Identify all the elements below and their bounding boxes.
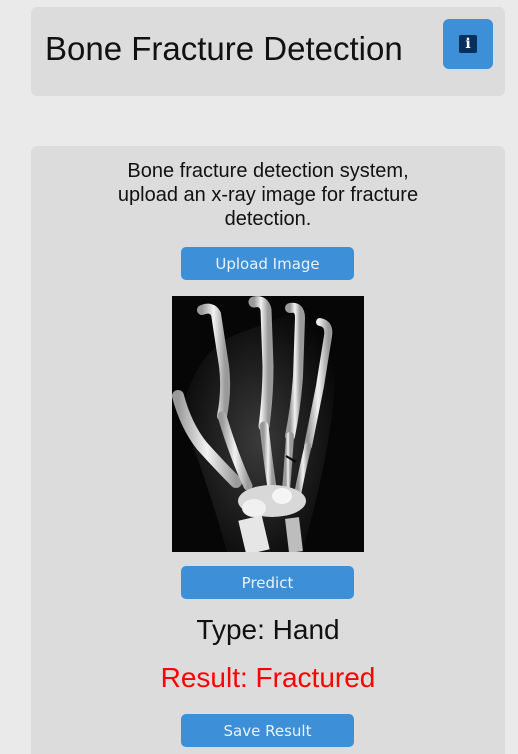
info-button[interactable]: i: [443, 19, 493, 69]
predict-button[interactable]: Predict: [181, 566, 354, 599]
app-page: Bone Fracture Detection i Bone fracture …: [0, 0, 518, 754]
upload-image-button[interactable]: Upload Image: [181, 247, 354, 280]
main-card: Bone fracture detection system, upload a…: [31, 146, 505, 754]
description-text: Bone fracture detection system, upload a…: [117, 160, 419, 230]
info-icon: i: [459, 35, 477, 53]
hand-xray-image: [172, 296, 364, 552]
page-title: Bone Fracture Detection: [45, 30, 403, 67]
header-card: Bone Fracture Detection i: [31, 7, 505, 96]
fracture-result-text: Result: Fractured: [160, 662, 376, 693]
type-result-text: Type: Hand: [196, 614, 340, 645]
save-result-button[interactable]: Save Result: [181, 714, 354, 747]
